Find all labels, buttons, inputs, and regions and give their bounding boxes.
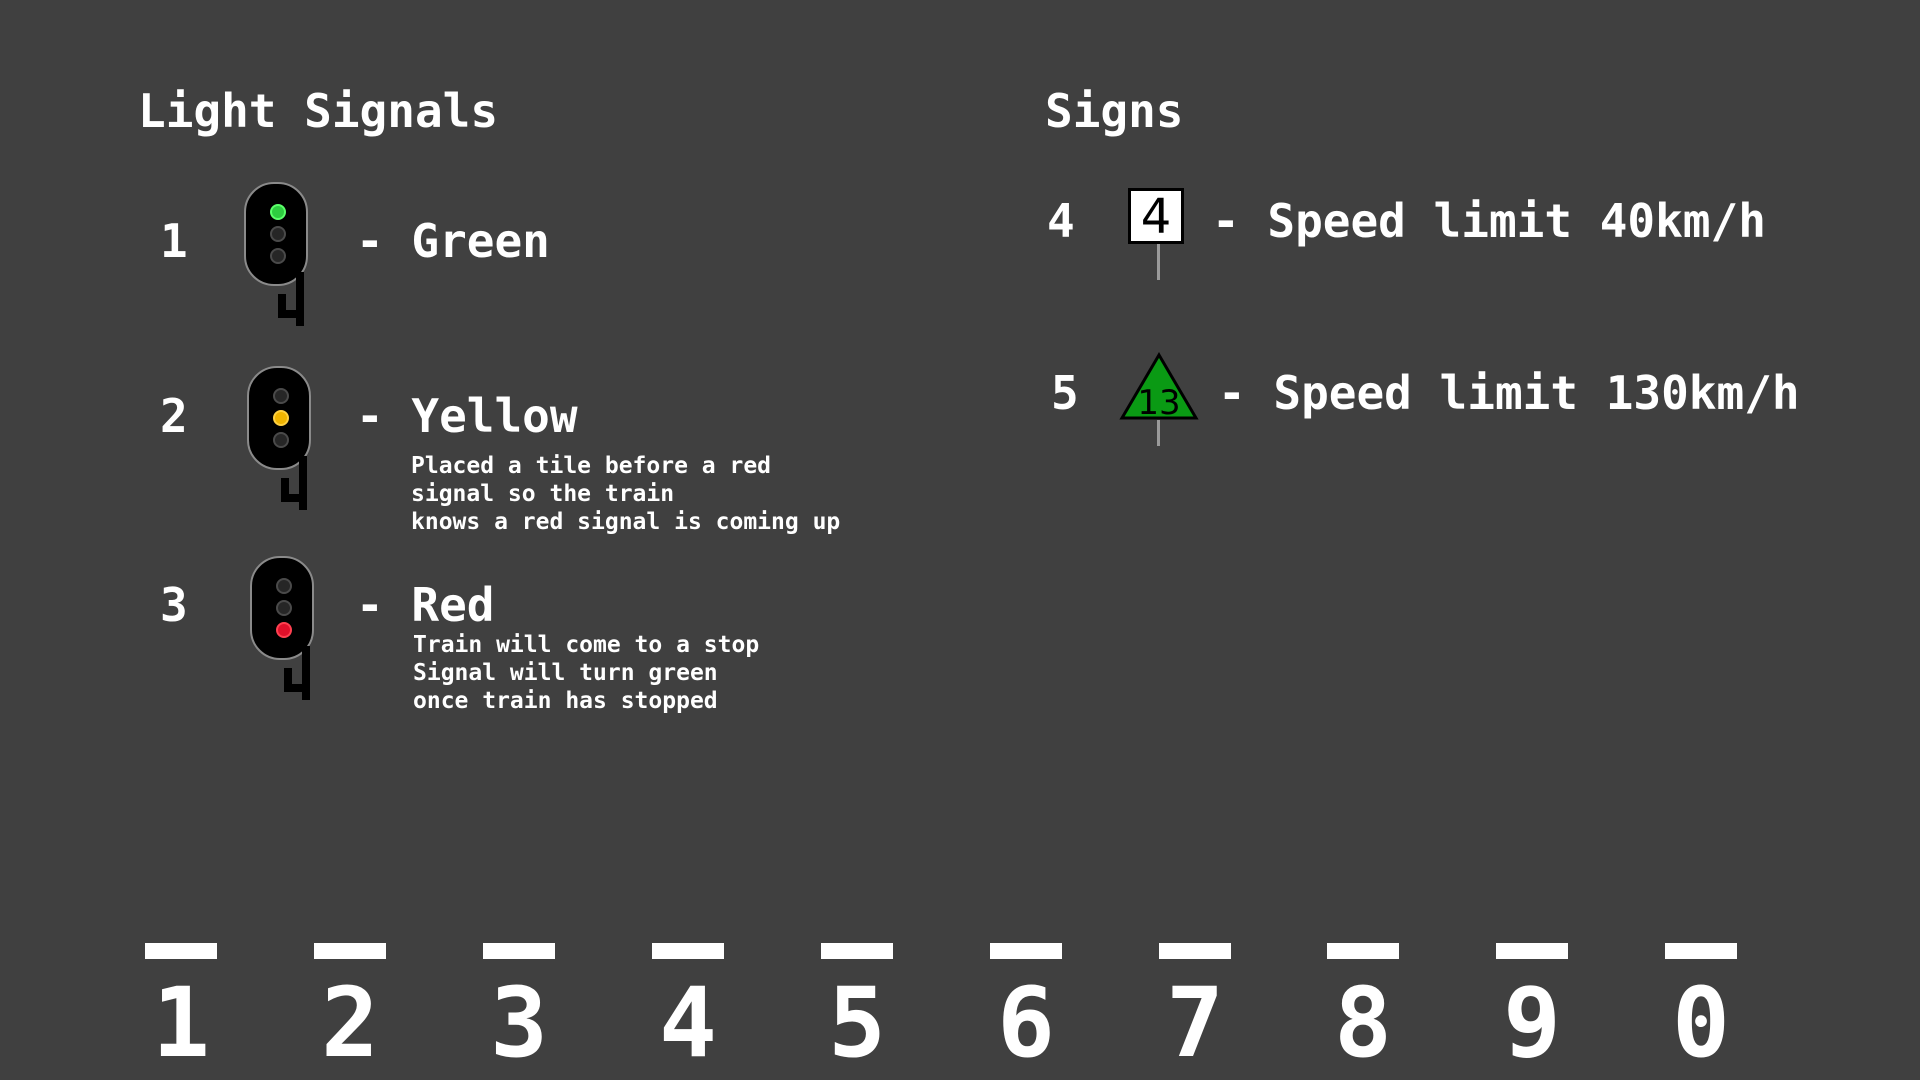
hotbar-slot-indicator <box>145 943 217 959</box>
hotbar-slot-1[interactable]: 1 <box>131 975 231 1071</box>
light-signals-heading: Light Signals <box>138 84 499 138</box>
hotbar-slot-indicator <box>821 943 893 959</box>
signal-label-green: - Green <box>356 214 550 268</box>
signal-number-1: 1 <box>160 214 188 268</box>
speed-limit-40-sign-icon: 4 <box>1128 188 1188 284</box>
yellow-signal-icon <box>247 366 327 516</box>
signal-description-yellow: Placed a tile before a red signal so the… <box>411 453 841 535</box>
hotbar-slot-6[interactable]: 6 <box>976 975 1076 1071</box>
hotbar-slot-indicator <box>652 943 724 959</box>
signal-label-red: - Red <box>356 578 495 632</box>
hotbar-slot-8[interactable]: 8 <box>1313 975 1413 1071</box>
hotbar-slot-0[interactable]: 0 <box>1651 975 1751 1071</box>
hotbar-slot-indicator <box>1665 943 1737 959</box>
hotbar-slot-9[interactable]: 9 <box>1482 975 1582 1071</box>
svg-text:13: 13 <box>1137 383 1180 422</box>
sign-label-40: - Speed limit 40km/h <box>1212 194 1766 248</box>
hotbar-slot-indicator <box>1159 943 1231 959</box>
signal-number-2: 2 <box>160 389 188 443</box>
speed-limit-130-sign-icon: 13 <box>1119 352 1199 448</box>
hotbar-slot-3[interactable]: 3 <box>469 975 569 1071</box>
signal-description-red: Train will come to a stop Signal will tu… <box>413 632 760 714</box>
hotbar-slot-7[interactable]: 7 <box>1145 975 1245 1071</box>
green-signal-icon <box>244 182 324 332</box>
hotbar-slot-indicator <box>314 943 386 959</box>
hotbar-slot-4[interactable]: 4 <box>638 975 738 1071</box>
signs-heading: Signs <box>1045 84 1184 138</box>
hotbar-slot-indicator <box>990 943 1062 959</box>
sign-number-4: 4 <box>1047 194 1075 248</box>
hotbar-slot-indicator <box>1327 943 1399 959</box>
red-signal-icon <box>250 556 330 706</box>
hotbar-slot-2[interactable]: 2 <box>300 975 400 1071</box>
sign-number-5: 5 <box>1051 366 1079 420</box>
hotbar-slot-5[interactable]: 5 <box>807 975 907 1071</box>
sign-label-130: - Speed limit 130km/h <box>1218 366 1800 420</box>
signal-number-3: 3 <box>160 578 188 632</box>
hotbar-slot-indicator <box>483 943 555 959</box>
hotbar-slot-indicator <box>1496 943 1568 959</box>
signal-label-yellow: - Yellow <box>356 389 578 443</box>
